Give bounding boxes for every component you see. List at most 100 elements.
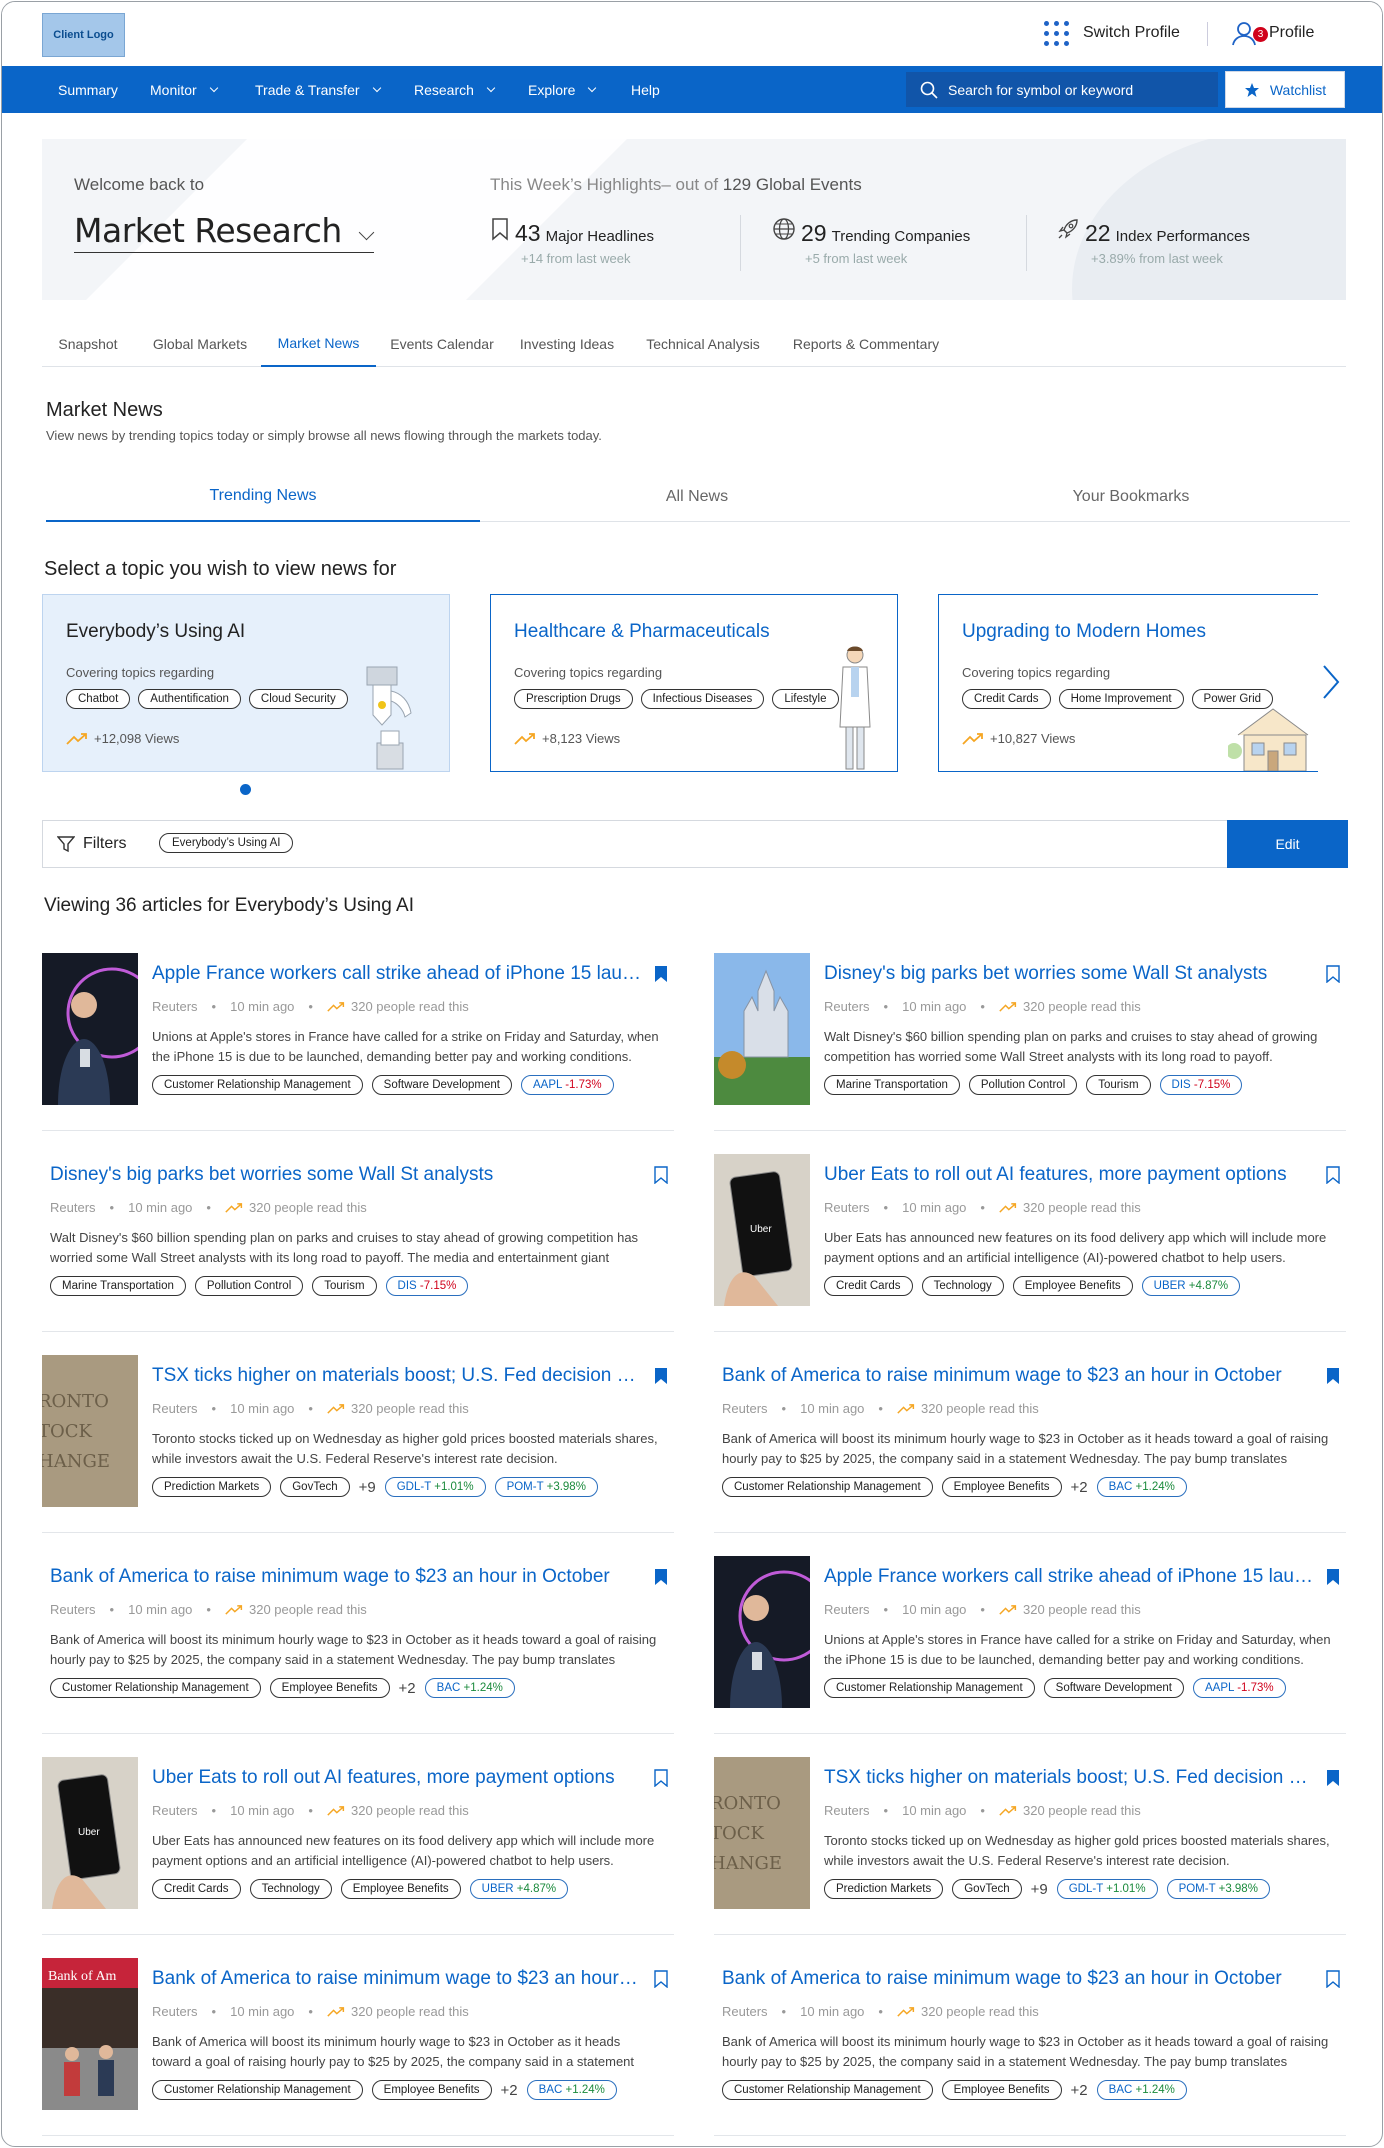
article-tag[interactable]: Employee Benefits <box>269 1678 390 1698</box>
ticker-chip[interactable]: DIS -7.15% <box>1159 1075 1243 1095</box>
bookmark-icon[interactable] <box>654 1166 668 1184</box>
stat-index-performances[interactable]: 22 Index Performances +3.89% from last w… <box>1056 217 1250 273</box>
article-title[interactable]: Disney's big parks bet worries some Wall… <box>824 963 1346 985</box>
article-card[interactable]: RONTO TOCK HANGE TSX ticks higher on materi… <box>42 1355 674 1533</box>
article-tag[interactable]: GovTech <box>952 1879 1022 1899</box>
bookmark-icon[interactable] <box>654 1769 668 1787</box>
bookmark-filled-icon[interactable] <box>1326 1568 1340 1586</box>
topic-chip[interactable]: Infectious Diseases <box>640 689 765 709</box>
topic-chip[interactable]: Cloud Security <box>248 689 348 709</box>
ticker-chip[interactable]: BAC +1.24% <box>1096 1477 1187 1497</box>
switch-profile-button[interactable]: Switch Profile <box>1044 20 1180 46</box>
ticker-chip[interactable]: BAC +1.24% <box>424 1678 515 1698</box>
nav-item-monitor[interactable]: Monitor <box>150 66 218 113</box>
article-image[interactable] <box>42 953 138 1105</box>
article-tag[interactable]: Software Development <box>371 1075 512 1095</box>
nav-item-trade-transfer[interactable]: Trade & Transfer <box>255 66 381 113</box>
article-tag[interactable]: Pollution Control <box>968 1075 1078 1095</box>
bookmark-filled-icon[interactable] <box>654 1367 668 1385</box>
carousel-indicator[interactable] <box>240 784 251 795</box>
article-tag[interactable]: Prediction Markets <box>152 1477 272 1497</box>
more-tags[interactable]: +9 <box>1031 1881 1048 1898</box>
topic-card[interactable]: Healthcare & Pharmaceuticals Covering to… <box>490 594 898 772</box>
stat-major-headlines[interactable]: 43 Major Headlines +14 from last week <box>490 217 654 273</box>
ticker-chip[interactable]: GDL-T +1.01% <box>1056 1879 1158 1899</box>
article-tag[interactable]: Customer Relationship Management <box>152 2080 363 2100</box>
stat-trending-companies[interactable]: 29 Trending Companies +5 from last week <box>772 217 970 273</box>
article-tag[interactable]: Software Development <box>1043 1678 1184 1698</box>
chevron-right-icon[interactable] <box>1318 662 1342 702</box>
article-card[interactable]: Apple France workers call strike ahead o… <box>714 1556 1346 1734</box>
topic-chip[interactable]: Credit Cards <box>962 689 1051 709</box>
more-tags[interactable]: +2 <box>1071 1479 1088 1496</box>
topic-chip[interactable]: Home Improvement <box>1058 689 1184 709</box>
article-tag[interactable]: Customer Relationship Management <box>50 1678 261 1698</box>
article-image[interactable] <box>714 1556 810 1708</box>
ticker-chip[interactable]: POM-T +3.98% <box>1166 1879 1270 1899</box>
article-card[interactable]: Uber Uber Eats to roll out AI features, m… <box>714 1154 1346 1332</box>
article-image[interactable]: RONTO TOCK HANGE <box>42 1355 138 1507</box>
article-card[interactable]: RONTO TOCK HANGE TSX ticks higher on materi… <box>714 1757 1346 1935</box>
article-card[interactable]: Disney's big parks bet worries some Wall… <box>714 953 1346 1131</box>
tab-global-markets[interactable]: Global Markets <box>142 320 258 367</box>
topic-card[interactable]: Everybody’s Using AI Covering topics reg… <box>42 594 450 772</box>
ticker-chip[interactable]: POM-T +3.98% <box>494 1477 598 1497</box>
nav-item-help[interactable]: Help <box>631 66 660 113</box>
tab-events-calendar[interactable]: Events Calendar <box>380 320 504 367</box>
ticker-chip[interactable]: AAPL -1.73% <box>1193 1678 1286 1698</box>
ticker-chip[interactable]: BAC +1.24% <box>526 2080 617 2100</box>
article-title[interactable]: Apple France workers call strike ahead o… <box>152 963 674 985</box>
article-tag[interactable]: Customer Relationship Management <box>152 1075 363 1095</box>
article-card[interactable]: Disney's big parks bet worries some Wall… <box>42 1154 674 1332</box>
article-tag[interactable]: Employee Benefits <box>371 2080 492 2100</box>
topic-chip[interactable]: Prescription Drugs <box>514 689 633 709</box>
bookmark-icon[interactable] <box>1326 1166 1340 1184</box>
topic-chip[interactable]: Lifestyle <box>772 689 839 709</box>
article-image[interactable]: RONTO TOCK HANGE <box>714 1757 810 1909</box>
nav-item-summary[interactable]: Summary <box>58 66 118 113</box>
bookmark-icon[interactable] <box>654 1970 668 1988</box>
tab-investing-ideas[interactable]: Investing Ideas <box>508 320 626 367</box>
ticker-chip[interactable]: AAPL -1.73% <box>521 1075 614 1095</box>
article-tag[interactable]: Customer Relationship Management <box>722 1477 933 1497</box>
article-title[interactable]: Uber Eats to roll out AI features, more … <box>824 1164 1346 1186</box>
bookmark-filled-icon[interactable] <box>1326 1769 1340 1787</box>
profile-button[interactable]: 3 Profile <box>1231 18 1314 48</box>
article-title[interactable]: TSX ticks higher on materials boost; U.S… <box>824 1767 1346 1789</box>
filters-button[interactable]: Filters <box>57 821 127 867</box>
article-tag[interactable]: Employee Benefits <box>941 1477 1062 1497</box>
tab-your-bookmarks[interactable]: Your Bookmarks <box>914 472 1348 522</box>
bookmark-filled-icon[interactable] <box>654 1568 668 1586</box>
tab-all-news[interactable]: All News <box>480 472 914 522</box>
more-tags[interactable]: +2 <box>501 2082 518 2099</box>
article-card[interactable]: Bank of America to raise minimum wage to… <box>714 1355 1346 1533</box>
tab-trending-news[interactable]: Trending News <box>46 472 480 522</box>
article-title[interactable]: Disney's big parks bet worries some Wall… <box>50 1164 674 1186</box>
article-title[interactable]: Bank of America to raise minimum wage to… <box>722 1365 1346 1387</box>
article-tag[interactable]: Employee Benefits <box>1012 1276 1133 1296</box>
tab-technical-analysis[interactable]: Technical Analysis <box>634 320 772 367</box>
bookmark-icon[interactable] <box>1326 1970 1340 1988</box>
article-tag[interactable]: Marine Transportation <box>50 1276 186 1296</box>
article-tag[interactable]: Customer Relationship Management <box>722 2080 933 2100</box>
article-image[interactable]: Uber <box>714 1154 810 1306</box>
topic-chip[interactable]: Authentification <box>138 689 241 709</box>
article-tag[interactable]: Technology <box>921 1276 1004 1296</box>
ticker-chip[interactable]: DIS -7.15% <box>385 1276 469 1296</box>
ticker-chip[interactable]: BAC +1.24% <box>1096 2080 1187 2100</box>
bookmark-filled-icon[interactable] <box>654 965 668 983</box>
ticker-chip[interactable]: UBER +4.87% <box>1141 1276 1241 1296</box>
article-card[interactable]: Uber Uber Eats to roll out AI features, m… <box>42 1757 674 1935</box>
article-tag[interactable]: Employee Benefits <box>340 1879 461 1899</box>
search-input[interactable] <box>948 81 1208 98</box>
bookmark-filled-icon[interactable] <box>1326 1367 1340 1385</box>
article-card[interactable]: Apple France workers call strike ahead o… <box>42 953 674 1131</box>
article-image[interactable]: Uber <box>42 1757 138 1909</box>
article-tag[interactable]: Tourism <box>1086 1075 1151 1095</box>
topic-chip[interactable]: Chatbot <box>66 689 131 709</box>
article-tag[interactable]: Pollution Control <box>194 1276 304 1296</box>
ticker-chip[interactable]: GDL-T +1.01% <box>384 1477 486 1497</box>
more-tags[interactable]: +9 <box>359 1479 376 1496</box>
article-tag[interactable]: Credit Cards <box>152 1879 241 1899</box>
article-image[interactable] <box>714 953 810 1105</box>
